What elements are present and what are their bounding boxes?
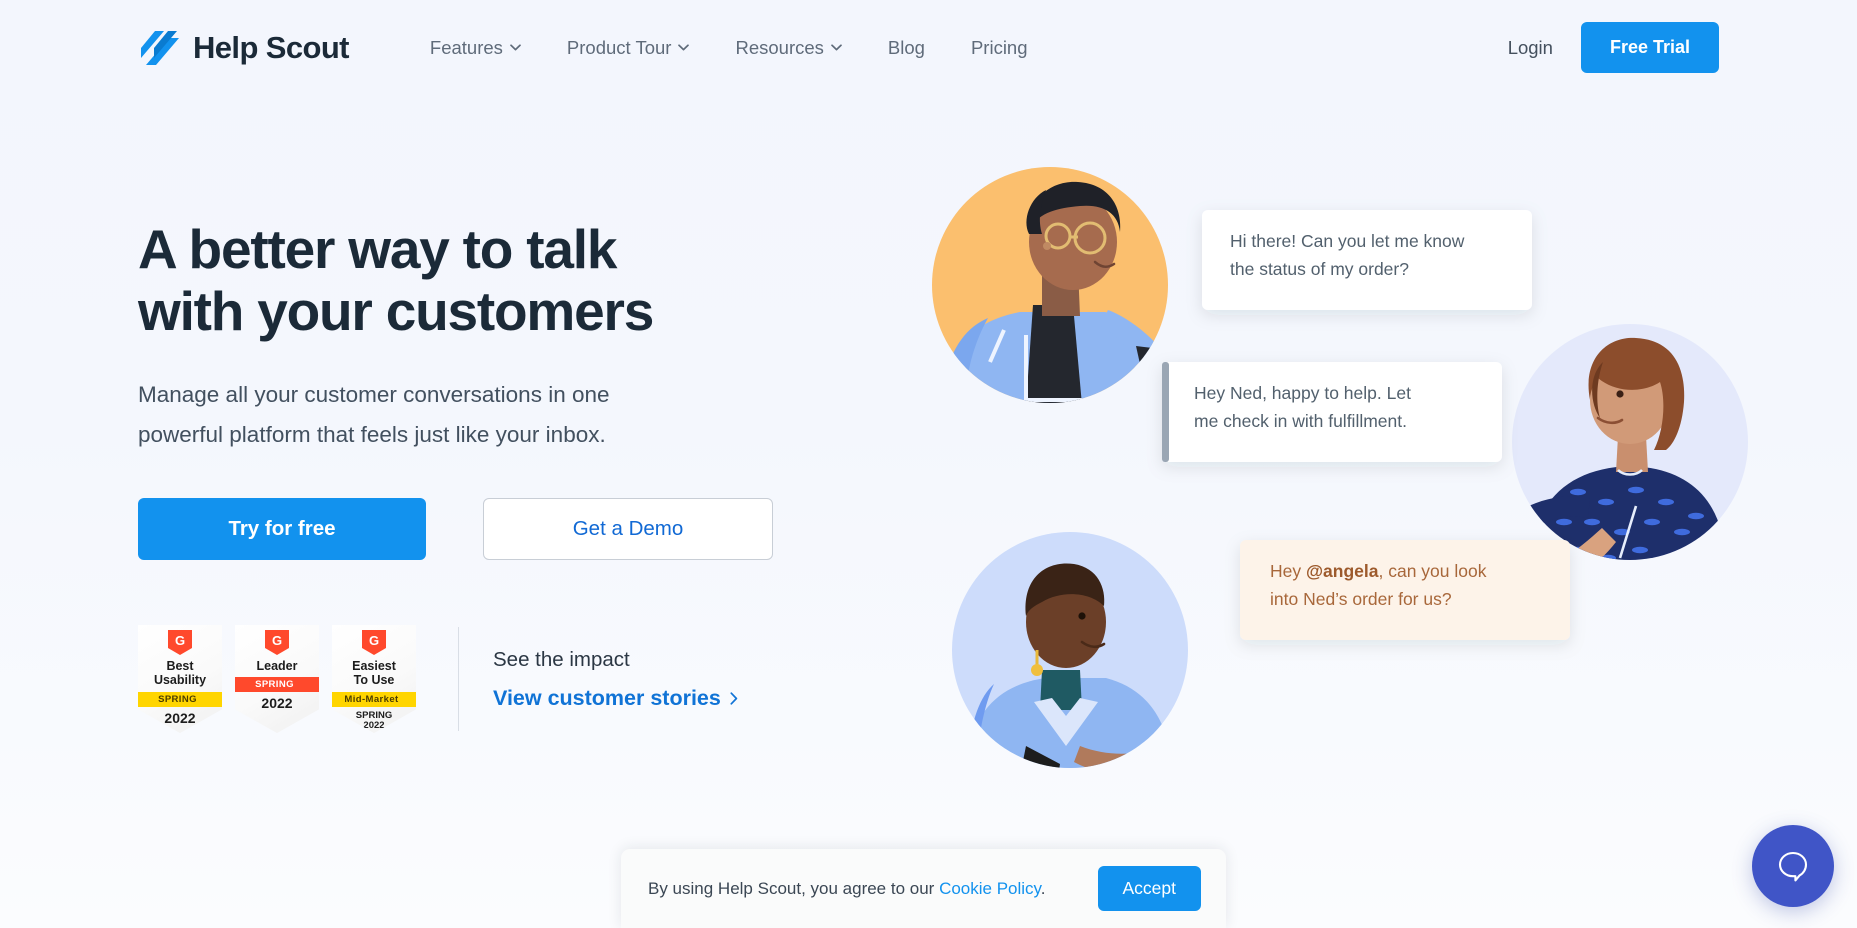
chevron-down-icon [678, 44, 690, 51]
social-proof-row: G Best Usability SPRING 2022 G Leader SPR… [138, 625, 798, 734]
badge-year: SPRING 2022 [355, 709, 393, 732]
vertical-divider [458, 627, 459, 732]
g2-badge-best-usability[interactable]: G Best Usability SPRING 2022 [138, 625, 222, 734]
hero-subtitle-line1: Manage all your customer conversations i… [138, 382, 610, 408]
chevron-down-icon [831, 44, 842, 51]
chat-bubble-note-line1: Hey @angela, can you look [1270, 561, 1487, 581]
badge-title: Leader [256, 659, 298, 674]
main-nav: Features Product Tour Resources Blog Pri… [407, 27, 1051, 69]
hero-title-line1: A better way to talk [138, 218, 617, 280]
header-actions: Login Free Trial [1508, 22, 1719, 73]
chat-bubble-icon [1778, 851, 1808, 882]
badge-subyear: 2022 [363, 720, 385, 732]
view-customer-stories-link[interactable]: View customer stories [493, 686, 738, 711]
g2-logo-icon: G [265, 630, 289, 656]
chat-bubble-agent-line1: Hey Ned, happy to help. Let [1194, 383, 1411, 403]
hero-title-line2: with your customers [138, 280, 654, 343]
hero-content: A better way to talk with your customers… [138, 218, 798, 734]
nav-item-label: Product Tour [566, 36, 672, 58]
chat-bubble-customer-line1: Hi there! Can you let me know [1230, 231, 1465, 251]
page-root: Help Scout Features Product Tour Resourc… [0, 0, 1857, 928]
get-a-demo-button[interactable]: Get a Demo [483, 498, 773, 561]
impact-label: See the impact [493, 647, 630, 671]
brand-logo[interactable]: Help Scout [138, 29, 350, 67]
helpscout-logo-icon [141, 30, 179, 65]
page-title: A better way to talk with your customers [138, 218, 798, 342]
g2-logo-icon: G [362, 630, 386, 656]
nav-item-label: Resources [735, 36, 824, 58]
try-for-free-button[interactable]: Try for free [138, 498, 426, 561]
chevron-right-icon [730, 691, 738, 705]
g2-badge-group: G Best Usability SPRING 2022 G Leader SPR… [138, 625, 416, 734]
cookie-policy-link[interactable]: Cookie Policy [939, 879, 1041, 898]
badge-ribbon: Mid-Market [332, 691, 416, 707]
impact-block: See the impact View customer stories [493, 648, 738, 711]
badge-title: Easiest To Use [352, 659, 396, 688]
nav-item-label: Pricing [970, 36, 1028, 58]
badge-year: 2022 [261, 695, 293, 712]
g2-badge-easiest-to-use[interactable]: G Easiest To Use Mid-Market SPRING 2022 [332, 625, 416, 734]
hero-illustration: Hi there! Can you let me know the status… [930, 150, 1800, 860]
cookie-consent-banner: By using Help Scout, you agree to our Co… [621, 849, 1226, 928]
site-header: Help Scout Features Product Tour Resourc… [0, 0, 1857, 95]
nav-item-product-tour[interactable]: Product Tour [544, 27, 713, 69]
badge-year: 2022 [164, 709, 196, 726]
login-link[interactable]: Login [1508, 37, 1553, 59]
chat-bubble-customer-line2: the status of my order? [1230, 259, 1409, 279]
nav-item-label: Blog [887, 36, 925, 58]
badge-ribbon: SPRING [235, 677, 319, 693]
free-trial-button[interactable]: Free Trial [1580, 22, 1719, 73]
nav-item-pricing[interactable]: Pricing [948, 27, 1051, 69]
chevron-down-icon [510, 44, 521, 51]
nav-item-features[interactable]: Features [407, 27, 544, 69]
hero-subtitle-line2: powerful platform that feels just like y… [138, 421, 606, 447]
chat-widget-button[interactable] [1752, 825, 1834, 907]
cookie-consent-text: By using Help Scout, you agree to our Co… [648, 879, 1046, 899]
brand-name: Help Scout [193, 29, 350, 65]
g2-logo-icon: G [168, 630, 192, 656]
cookie-text-after: . [1040, 878, 1046, 898]
cookie-text-before: By using Help Scout, you agree to our [648, 878, 940, 898]
badge-season: SPRING [355, 709, 393, 721]
nav-item-resources[interactable]: Resources [712, 27, 864, 69]
nav-item-label: Features [429, 36, 503, 58]
hero-cta-group: Try for free Get a Demo [138, 498, 798, 561]
nav-item-blog[interactable]: Blog [865, 27, 948, 69]
badge-ribbon: SPRING [138, 691, 222, 707]
accept-cookies-button[interactable]: Accept [1097, 866, 1201, 911]
badge-title: Best Usability [153, 659, 207, 688]
chat-bubble-agent-line2: me check in with fulfillment. [1194, 411, 1407, 431]
impact-link-label: View customer stories [493, 685, 721, 710]
hero-subtitle: Manage all your customer conversations i… [138, 375, 738, 454]
chat-bubble-note-line2: into Ned’s order for us? [1270, 589, 1452, 609]
g2-badge-leader[interactable]: G Leader SPRING 2022 [235, 625, 319, 734]
